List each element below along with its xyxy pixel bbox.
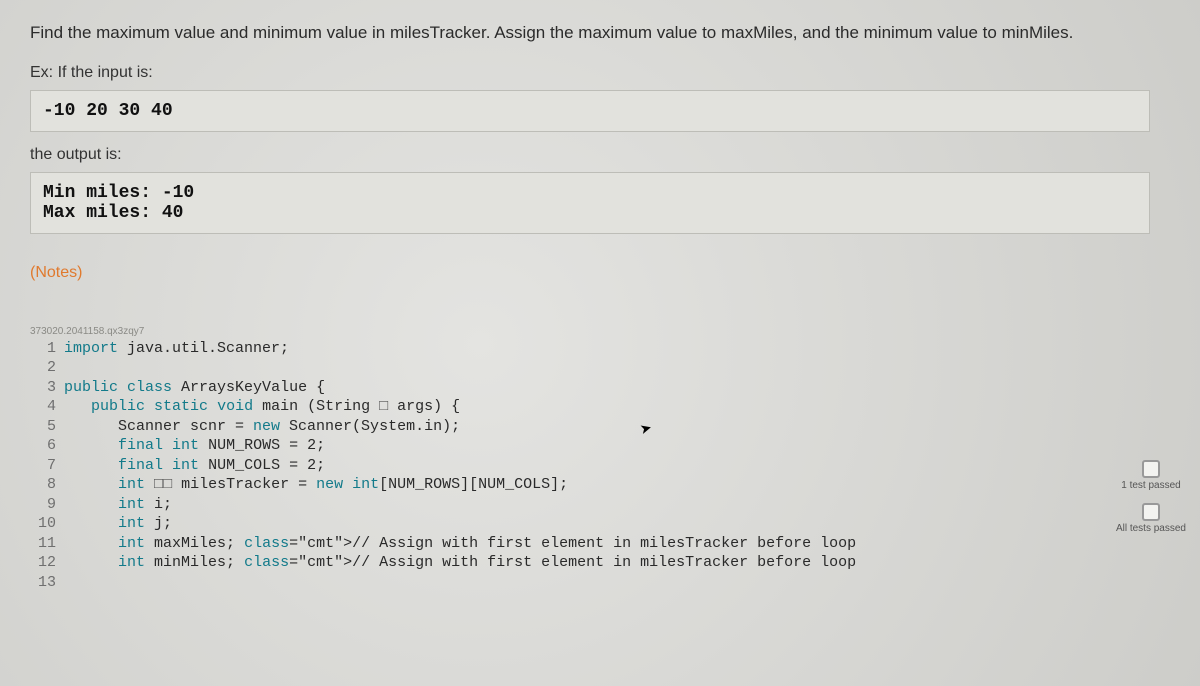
all-tests-label: All tests passed (1116, 523, 1186, 534)
example-output: Min miles: -10 Max miles: 40 (30, 172, 1150, 234)
output-label: the output is: (30, 146, 1170, 164)
input-label: Ex: If the input is: (30, 64, 1170, 82)
example-input: -10 20 30 40 (30, 90, 1150, 132)
checkbox-icon (1142, 460, 1160, 478)
one-test-label: 1 test passed (1121, 480, 1180, 491)
checkbox-icon (1142, 503, 1160, 521)
code-editor[interactable]: 12345678910111213 import java.util.Scann… (30, 339, 1030, 593)
one-test-passed-badge: 1 test passed (1121, 460, 1180, 491)
all-tests-passed-badge: All tests passed (1116, 503, 1186, 534)
problem-prompt: Find the maximum value and minimum value… (30, 20, 1170, 46)
line-gutter: 12345678910111213 (30, 339, 64, 593)
notes-link[interactable]: (Notes) (30, 264, 82, 282)
challenge-id: 373020.2041158.qx3zqy7 (30, 326, 1170, 337)
code-content[interactable]: import java.util.Scanner; public class A… (64, 339, 856, 593)
